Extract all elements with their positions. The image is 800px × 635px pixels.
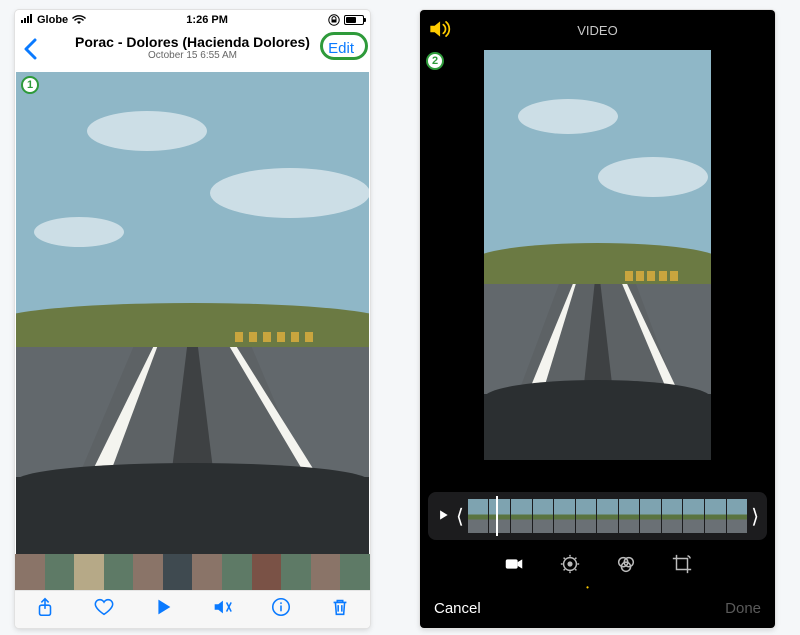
nav-bar: Porac - Dolores (Hacienda Dolores) Octob… <box>15 28 370 72</box>
video-edit-screen: VIDEO 2 ⟨ <box>420 10 775 628</box>
edit-button[interactable]: Edit <box>318 36 364 61</box>
favorite-button[interactable] <box>93 596 115 623</box>
delete-button[interactable] <box>329 596 351 623</box>
battery-icon <box>344 15 364 25</box>
media-viewport[interactable] <box>16 72 369 554</box>
filters-tab[interactable] <box>615 553 637 580</box>
edit-header: VIDEO <box>420 10 775 50</box>
crop-tab[interactable] <box>671 553 693 580</box>
step-badge-2: 2 <box>426 52 444 70</box>
signal-icon <box>21 14 33 26</box>
volume-button[interactable] <box>426 16 452 45</box>
mute-button[interactable] <box>211 596 233 623</box>
trim-start-handle[interactable]: ⟨ <box>456 504 464 529</box>
photos-viewer-screen: Globe 1:26 PM Porac - Dolores (Hacienda … <box>15 10 370 628</box>
edit-tool-tabs <box>420 546 775 586</box>
back-button[interactable] <box>23 38 37 66</box>
nav-title: Porac - Dolores (Hacienda Dolores) <box>15 28 370 50</box>
cancel-button[interactable]: Cancel <box>434 600 481 617</box>
video-timeline[interactable]: ⟨ ⟩ <box>428 492 767 540</box>
share-button[interactable] <box>34 596 56 623</box>
status-left: Globe <box>21 14 86 26</box>
info-button[interactable] <box>270 596 292 623</box>
thumbnail-strip[interactable] <box>15 554 370 590</box>
toolbar <box>15 590 370 628</box>
playhead[interactable] <box>496 496 498 536</box>
orientation-lock-icon <box>328 14 340 26</box>
edit-media-viewport[interactable] <box>484 50 711 460</box>
clock-label: 1:26 PM <box>186 14 228 26</box>
done-button[interactable]: Done <box>725 600 761 617</box>
carrier-label: Globe <box>37 14 68 26</box>
video-tab[interactable] <box>503 553 525 580</box>
timeline-frames[interactable] <box>468 499 747 533</box>
step-badge-1: 1 <box>21 76 39 94</box>
timeline-play-button[interactable] <box>436 508 450 525</box>
trim-end-handle[interactable]: ⟩ <box>751 504 759 529</box>
wifi-icon <box>72 15 86 25</box>
adjust-tab[interactable] <box>559 553 581 580</box>
status-bar: Globe 1:26 PM <box>15 10 370 28</box>
edit-bottom-bar: Cancel Done <box>420 588 775 628</box>
status-right <box>328 14 364 26</box>
play-button[interactable] <box>152 596 174 623</box>
edit-mode-title: VIDEO <box>577 23 617 38</box>
nav-subtitle: October 15 6:55 AM <box>15 50 370 61</box>
